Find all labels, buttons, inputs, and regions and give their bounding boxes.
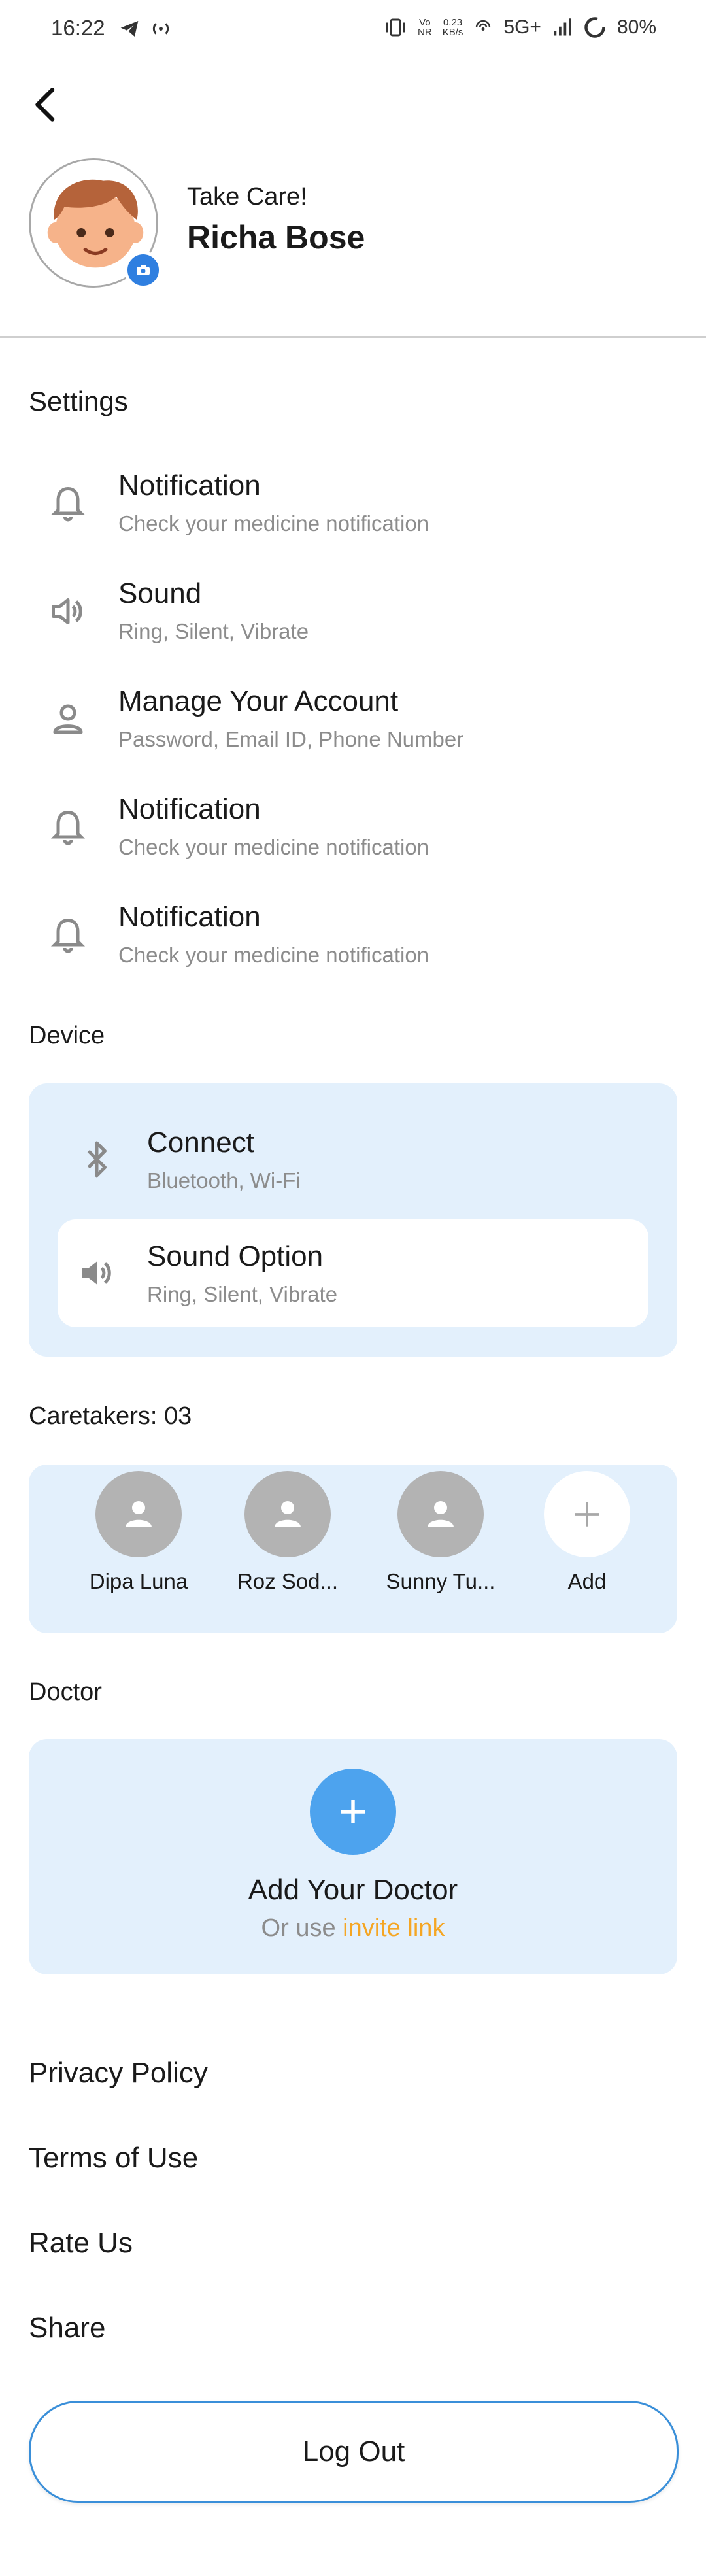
invite-line: Or use invite link — [29, 1914, 677, 1942]
caretaker-item[interactable]: Sunny Tu... — [382, 1471, 499, 1594]
status-bar: 16:22 Vo NR 0.23 KB/s 5G+ 80% — [0, 0, 706, 59]
speaker-icon — [52, 598, 82, 624]
battery-ring-icon — [584, 17, 605, 38]
doctor-card: Add Your Doctor Or use invite link — [29, 1739, 677, 1974]
settings-item-title: Sound — [118, 577, 202, 609]
settings-item-notification-3[interactable]: Notification Check your medicine notific… — [29, 889, 677, 981]
caretakers-title: Caretakers: 03 — [29, 1402, 192, 1430]
user-name: Richa Bose — [187, 219, 365, 256]
telegram-icon — [120, 21, 139, 37]
settings-item-sound[interactable]: Sound Ring, Silent, Vibrate — [29, 566, 677, 657]
device-item-connect[interactable]: Connect Bluetooth, Wi-Fi — [58, 1110, 648, 1208]
settings-item-subtitle: Check your medicine notification — [118, 511, 429, 535]
add-caretaker-circle — [544, 1471, 630, 1557]
camera-icon — [137, 265, 150, 275]
person-icon — [275, 1501, 301, 1527]
privacy-policy-link[interactable]: Privacy Policy — [29, 2057, 208, 2090]
plus-icon — [341, 1800, 365, 1823]
or-use-text: Or use — [261, 1914, 336, 1942]
status-right: Vo NR 0.23 KB/s 5G+ 80% — [384, 16, 656, 39]
header-divider — [0, 336, 706, 338]
terms-of-use-link[interactable]: Terms of Use — [29, 2142, 198, 2175]
signal-icon — [554, 18, 571, 36]
person-icon — [53, 704, 83, 734]
caretaker-avatar — [95, 1471, 182, 1557]
add-caretaker-button[interactable]: Add — [528, 1471, 646, 1594]
volte-indicator: Vo NR — [418, 17, 432, 38]
rate-us-link[interactable]: Rate Us — [29, 2227, 133, 2260]
caretakers-card: Dipa Luna Roz Sod... Sunny Tu... Add — [29, 1465, 677, 1633]
plus-icon — [575, 1502, 599, 1527]
device-item-subtitle: Ring, Silent, Vibrate — [147, 1282, 338, 1306]
battery-percent: 80% — [616, 16, 656, 38]
vibrate-icon — [386, 18, 406, 37]
network-type: 5G+ — [503, 16, 541, 38]
invite-link[interactable]: invite link — [343, 1914, 445, 1942]
logout-button[interactable]: Log Out — [29, 2401, 679, 2503]
device-item-title: Connect — [147, 1127, 254, 1159]
bell-icon — [50, 918, 86, 953]
person-icon — [126, 1501, 152, 1527]
share-link[interactable]: Share — [29, 2312, 105, 2345]
greeting-text: Take Care! — [187, 183, 307, 211]
caretaker-item[interactable]: Dipa Luna — [80, 1471, 197, 1594]
bell-icon — [50, 486, 86, 522]
settings-item-subtitle: Ring, Silent, Vibrate — [118, 619, 309, 643]
settings-item-title: Notification — [118, 901, 261, 933]
wifi-calling-icon — [476, 20, 491, 31]
add-doctor-button[interactable] — [310, 1769, 396, 1855]
doctor-title: Doctor — [29, 1678, 102, 1706]
device-card: Connect Bluetooth, Wi-Fi Sound Option Ri… — [29, 1083, 677, 1357]
net-speed: 0.23 KB/s — [442, 17, 463, 38]
settings-title: Settings — [29, 386, 128, 416]
add-doctor-label: Add Your Doctor — [248, 1874, 458, 1906]
back-arrow-icon[interactable] — [26, 85, 65, 124]
caretaker-name: Dipa Luna — [89, 1569, 188, 1593]
camera-badge[interactable] — [124, 251, 162, 289]
settings-item-title: Notification — [118, 793, 261, 825]
caretaker-avatar — [397, 1471, 484, 1557]
speaker-filled-icon — [82, 1261, 111, 1285]
device-title: Device — [29, 1022, 105, 1049]
settings-item-notification[interactable]: Notification Check your medicine notific… — [29, 458, 677, 549]
bluetooth-icon — [87, 1141, 107, 1178]
person-icon — [428, 1501, 454, 1527]
settings-item-subtitle: Password, Email ID, Phone Number — [118, 727, 464, 751]
hotspot-icon — [152, 23, 169, 35]
caretaker-avatar — [244, 1471, 331, 1557]
settings-item-title: Manage Your Account — [118, 685, 399, 717]
profile-avatar[interactable] — [29, 158, 162, 289]
device-item-sound-option[interactable]: Sound Option Ring, Silent, Vibrate — [58, 1219, 648, 1327]
bell-icon — [50, 810, 86, 845]
caretaker-item[interactable]: Roz Sod... — [229, 1471, 346, 1594]
device-item-subtitle: Bluetooth, Wi-Fi — [147, 1168, 301, 1193]
caretaker-name: Roz Sod... — [237, 1569, 339, 1593]
settings-item-subtitle: Check your medicine notification — [118, 835, 429, 859]
settings-item-subtitle: Check your medicine notification — [118, 943, 429, 967]
status-time: 16:22 — [51, 16, 105, 40]
settings-item-title: Notification — [118, 469, 261, 501]
settings-item-notification-2[interactable]: Notification Check your medicine notific… — [29, 781, 677, 873]
add-caretaker-label: Add — [567, 1569, 607, 1593]
device-item-title: Sound Option — [147, 1240, 324, 1272]
settings-item-manage-account[interactable]: Manage Your Account Password, Email ID, … — [29, 673, 677, 765]
caretaker-name: Sunny Tu... — [386, 1569, 496, 1593]
